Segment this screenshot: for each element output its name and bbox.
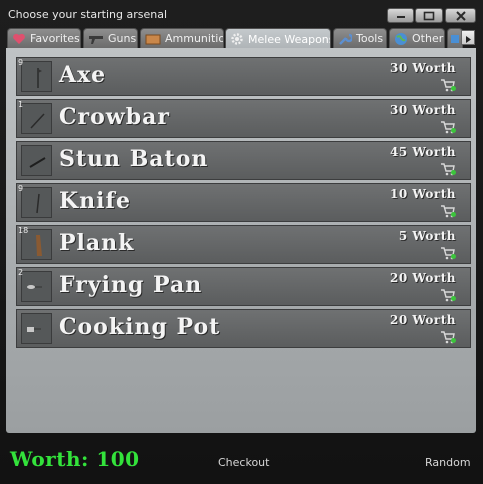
item-worth: 20 Worth bbox=[390, 271, 456, 285]
item-name: Cooking Pot bbox=[59, 314, 221, 340]
tab-other-label: Other bbox=[412, 32, 444, 45]
frying-pan-icon bbox=[27, 285, 42, 289]
item-row-frying-pan[interactable]: 2 Frying Pan 20 Worth bbox=[16, 267, 471, 306]
crowbar-icon bbox=[30, 113, 45, 129]
item-quantity: 1 bbox=[18, 100, 24, 109]
item-quantity: 9 bbox=[18, 184, 24, 193]
globe-icon bbox=[395, 32, 407, 45]
item-thumbnail bbox=[21, 145, 52, 176]
item-worth: 20 Worth bbox=[390, 313, 456, 327]
tab-tools-label: Tools bbox=[356, 32, 384, 45]
arsenal-window: Choose your starting arsenal Favorites G… bbox=[0, 0, 483, 484]
add-to-cart-icon[interactable] bbox=[440, 204, 456, 218]
item-name: Stun Baton bbox=[59, 146, 209, 172]
item-row-cooking-pot[interactable]: Cooking Pot 20 Worth bbox=[16, 309, 471, 348]
tab-favorites-label: Favorites bbox=[30, 32, 80, 45]
item-quantity: 18 bbox=[18, 226, 29, 235]
add-to-cart-icon[interactable] bbox=[440, 246, 456, 260]
arrow-right-icon bbox=[466, 36, 471, 43]
add-to-cart-icon[interactable] bbox=[440, 288, 456, 302]
close-icon bbox=[455, 10, 466, 21]
item-name: Plank bbox=[59, 230, 135, 256]
add-to-cart-icon[interactable] bbox=[440, 330, 456, 344]
item-quantity: 2 bbox=[18, 268, 24, 277]
random-button[interactable]: Random bbox=[425, 456, 471, 469]
stun-baton-icon bbox=[29, 157, 46, 168]
gear-icon bbox=[231, 33, 243, 45]
item-row-crowbar[interactable]: 1 Crowbar 30 Worth bbox=[16, 99, 471, 138]
tab-melee-weapons[interactable]: Melee Weapons bbox=[225, 28, 331, 49]
close-button[interactable] bbox=[445, 8, 476, 23]
item-thumbnail bbox=[21, 187, 52, 218]
item-quantity: 9 bbox=[18, 58, 24, 67]
item-thumbnail bbox=[21, 271, 52, 302]
item-name: Knife bbox=[59, 188, 131, 214]
add-to-cart-icon[interactable] bbox=[440, 162, 456, 176]
item-row-axe[interactable]: 9 Axe 30 Worth bbox=[16, 57, 471, 96]
item-worth: 10 Worth bbox=[390, 187, 456, 201]
item-thumbnail bbox=[21, 61, 52, 92]
item-name: Crowbar bbox=[59, 104, 170, 130]
total-worth-label: Worth: bbox=[10, 447, 89, 471]
cooking-pot-icon bbox=[27, 327, 41, 332]
items-panel: 9 Axe 30 Worth 1 Crowbar 30 Worth Stun B… bbox=[6, 48, 476, 433]
item-row-knife[interactable]: 9 Knife 10 Worth bbox=[16, 183, 471, 222]
gun-icon bbox=[89, 35, 103, 44]
item-worth: 30 Worth bbox=[390, 103, 456, 117]
checkout-button[interactable]: Checkout bbox=[218, 456, 269, 469]
tab-other[interactable]: Other bbox=[389, 28, 445, 48]
item-thumbnail bbox=[21, 313, 52, 344]
window-title: Choose your starting arsenal bbox=[8, 8, 167, 21]
tab-tools[interactable]: Tools bbox=[333, 28, 387, 48]
item-name: Frying Pan bbox=[59, 272, 203, 298]
add-to-cart-icon[interactable] bbox=[440, 78, 456, 92]
item-name: Axe bbox=[59, 62, 107, 88]
tab-guns[interactable]: Guns bbox=[83, 28, 138, 48]
tab-ammunition[interactable]: Ammunition bbox=[140, 28, 224, 48]
total-worth-value: 100 bbox=[96, 447, 140, 471]
title-bar: Choose your starting arsenal bbox=[0, 0, 483, 28]
minimize-icon bbox=[396, 15, 405, 18]
tab-melee-weapons-label: Melee Weapons bbox=[248, 32, 331, 46]
heart-icon bbox=[13, 33, 25, 44]
total-worth: Worth: 100 bbox=[10, 447, 140, 471]
item-worth: 5 Worth bbox=[398, 229, 456, 243]
axe-icon bbox=[37, 68, 42, 88]
maximize-button[interactable] bbox=[415, 8, 443, 23]
tab-favorites[interactable]: Favorites bbox=[7, 28, 81, 48]
knife-icon bbox=[36, 193, 40, 214]
tab-scroll-right-button[interactable] bbox=[461, 30, 475, 45]
item-row-plank[interactable]: 18 Plank 5 Worth bbox=[16, 225, 471, 264]
maximize-icon bbox=[423, 11, 435, 20]
wrench-icon bbox=[339, 33, 352, 45]
minimize-button[interactable] bbox=[387, 8, 414, 23]
add-to-cart-icon[interactable] bbox=[440, 120, 456, 134]
tab-ammunition-label: Ammunition bbox=[165, 32, 223, 45]
ammo-box-icon bbox=[145, 34, 161, 44]
item-thumbnail bbox=[21, 103, 52, 134]
generic-icon bbox=[451, 34, 459, 43]
item-row-stun-baton[interactable]: Stun Baton 45 Worth bbox=[16, 141, 471, 180]
category-tabs: Favorites Guns Ammunition Melee Weapons … bbox=[7, 28, 476, 49]
item-worth: 30 Worth bbox=[390, 61, 456, 75]
tab-guns-label: Guns bbox=[108, 32, 137, 45]
item-worth: 45 Worth bbox=[390, 145, 456, 159]
